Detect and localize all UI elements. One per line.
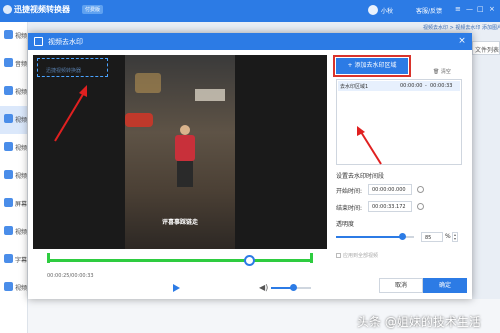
breadcrumb: 视频去水印 > 视频去水印 添加图片/视频水印 xyxy=(423,25,500,31)
close-icon[interactable]: × xyxy=(489,5,495,13)
time-section-title: 设置去水印时间段 xyxy=(336,173,385,180)
list-item[interactable]: 去水印区域1 00:00:00 - 00:00:33 xyxy=(338,81,460,91)
remove-watermark-dialog: 视频去水印 × 迅捷视频转换器 评喜事踩链走 00:00:25/00:00:33… xyxy=(28,33,472,299)
end-time-label: 结束时间: xyxy=(336,205,363,212)
feedback-link[interactable]: 客服/反馈 xyxy=(416,6,442,15)
playhead-knob[interactable] xyxy=(244,255,256,266)
watermark-area-list: 去水印区域1 00:00:00 - 00:00:33 xyxy=(336,79,462,165)
sidebar-item-video-7[interactable]: 视频 xyxy=(0,274,27,302)
volume-knob[interactable] xyxy=(290,284,297,291)
clear-button[interactable]: 🗑 清空 xyxy=(433,68,451,75)
screen-icon xyxy=(4,198,13,207)
sidebar-item-audio[interactable]: 音频 xyxy=(0,50,27,78)
add-watermark-area-button[interactable]: + 添加去水印区域 xyxy=(336,58,408,74)
end-time-input[interactable]: 00:00:33.172 xyxy=(368,201,412,212)
sidebar-item-video-6[interactable]: 视频 xyxy=(0,218,27,246)
minimize-icon[interactable]: — xyxy=(466,5,473,13)
avatar[interactable] xyxy=(368,5,378,15)
menu-icon[interactable]: ≡ xyxy=(455,5,461,13)
video-icon xyxy=(4,86,13,95)
start-time-input[interactable]: 00:00:00.000 xyxy=(368,184,412,195)
file-list-button[interactable]: 文件列表 xyxy=(472,41,500,55)
sidebar-item-video-5[interactable]: 视频 xyxy=(0,162,27,190)
user-name[interactable]: 小秋 xyxy=(381,6,393,15)
dialog-header: 视频去水印 × xyxy=(28,33,472,50)
opacity-label: 透明度 xyxy=(336,221,355,228)
watermark-text: 迅捷视频转换器 xyxy=(46,68,82,74)
audio-icon xyxy=(4,58,13,67)
sidebar-item-video-4[interactable]: 视频 xyxy=(0,134,27,162)
opacity-knob[interactable] xyxy=(399,233,407,240)
apply-all-checkbox[interactable]: 应用到全部视频 xyxy=(336,252,378,259)
app-title: 迅捷视频转换器 xyxy=(14,5,70,14)
sidebar-item-video-convert[interactable]: 视频转换 xyxy=(0,22,27,50)
opacity-stepper[interactable]: ▴ ▾ xyxy=(452,232,458,242)
volume-icon[interactable]: ◀) xyxy=(259,283,268,292)
video-icon xyxy=(4,142,13,151)
video-icon xyxy=(34,37,43,46)
video-preview[interactable]: 迅捷视频转换器 评喜事踩链走 xyxy=(33,55,327,249)
cancel-button[interactable]: 取消 xyxy=(379,278,423,293)
dialog-title: 视频去水印 xyxy=(48,38,83,46)
video-icon xyxy=(4,30,13,39)
range-end-handle[interactable] xyxy=(310,253,313,263)
video-icon xyxy=(4,114,13,123)
opacity-unit: % xyxy=(445,233,451,240)
video-icon xyxy=(4,226,13,235)
close-icon[interactable]: × xyxy=(456,35,468,47)
maximize-icon[interactable]: □ xyxy=(477,5,484,13)
video-icon xyxy=(4,170,13,179)
app-titlebar: 迅捷视频转换器 付费版 小秋 客服/反馈 ≡ — □ × xyxy=(0,0,500,22)
car-shape xyxy=(125,113,153,127)
subtitle-icon xyxy=(4,254,13,263)
version-badge: 付费版 xyxy=(82,5,104,14)
timeline: 00:00:25/00:00:33 ◀) xyxy=(33,253,327,299)
time-readout: 00:00:25/00:00:33 xyxy=(47,273,94,279)
red-arrow-icon xyxy=(54,85,87,142)
watermark-selection-box[interactable]: 迅捷视频转换器 xyxy=(37,58,108,77)
reset-icon[interactable] xyxy=(417,186,424,193)
video-frame: 评喜事踩链走 xyxy=(125,55,235,249)
ok-button[interactable]: 确定 xyxy=(423,278,467,293)
video-icon xyxy=(4,282,13,291)
start-time-label: 开始时间: xyxy=(336,188,363,195)
corner-watermark: 头条 @姐妹的技术生活 xyxy=(357,315,481,329)
red-arrow-icon xyxy=(357,126,382,165)
watermark-panel: + 添加去水印区域 🗑 清空 去水印区域1 00:00:00 - 00:00:3… xyxy=(333,55,465,295)
reset-icon[interactable] xyxy=(417,203,424,210)
app-logo-icon xyxy=(3,5,12,14)
sidebar-item-video-2[interactable]: 视频 xyxy=(0,78,27,106)
video-subtitle: 评喜事踩链走 xyxy=(161,219,198,226)
play-icon[interactable] xyxy=(173,284,180,292)
sidebar-item-screen[interactable]: 屏幕 xyxy=(0,190,27,218)
opacity-input[interactable]: 85 xyxy=(421,232,443,242)
sidebar: 视频转换 音频 视频 视频 视频 视频 屏幕 视频 字幕 视频 xyxy=(0,22,28,333)
range-bar[interactable] xyxy=(47,259,313,262)
sidebar-item-video-3[interactable]: 视频 xyxy=(0,106,27,134)
sidebar-item-subtitle[interactable]: 字幕 xyxy=(0,246,27,274)
